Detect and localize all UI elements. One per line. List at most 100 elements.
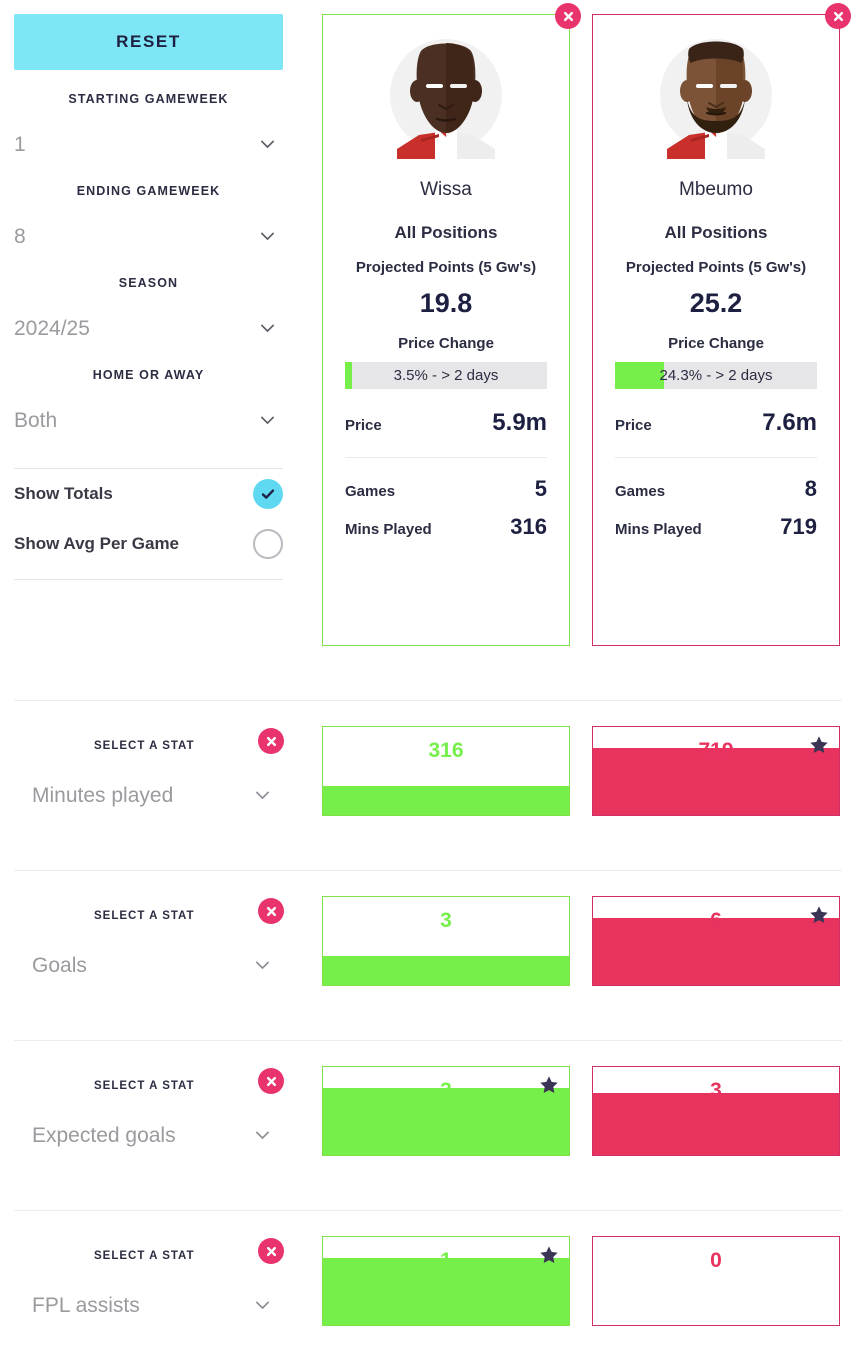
- card-stat-label: Mins Played: [345, 521, 432, 538]
- stat-comparison-row: SELECT A STAT FPL assists 1 0: [0, 1210, 856, 1351]
- card-stat-label: Mins Played: [615, 521, 702, 538]
- player-position: All Positions: [664, 223, 768, 242]
- winner-star-icon: [809, 735, 829, 755]
- bar-value: 3: [440, 909, 452, 932]
- stat-selector-group: SELECT A STAT Minutes played: [14, 700, 310, 870]
- filter-ending-gameweek: ENDING GAMEWEEK 8: [14, 184, 283, 254]
- stat-select-value: Goals: [32, 954, 87, 977]
- bar-value: 316: [428, 739, 464, 762]
- stat-comparison-row: SELECT A STAT Minutes played 316 719: [0, 700, 856, 870]
- home-or-away-select[interactable]: Both: [14, 404, 283, 438]
- bar-value: 0: [710, 1249, 722, 1272]
- stat-selector-group: SELECT A STAT Expected goals: [14, 1040, 310, 1210]
- player-name: Wissa: [420, 179, 472, 200]
- bar-value: 3: [710, 1079, 722, 1102]
- projected-points-value: 25.2: [689, 288, 743, 318]
- stat-bar-player1: 316: [322, 726, 570, 816]
- bar-value: 3: [440, 1079, 452, 1102]
- chevron-down-icon: [255, 958, 270, 973]
- price-label: Price: [615, 417, 652, 434]
- winner-star-icon: [539, 1075, 559, 1095]
- remove-stat-button[interactable]: [258, 1068, 284, 1094]
- stat-select-value: Expected goals: [32, 1124, 176, 1147]
- starting-gameweek-select[interactable]: 1: [14, 128, 283, 162]
- filter-home-or-away: HOME OR AWAY Both: [14, 368, 283, 438]
- stat-bar-player1: 3: [322, 1066, 570, 1156]
- price-value: 5.9m: [492, 409, 547, 436]
- price-label: Price: [345, 417, 382, 434]
- stat-select[interactable]: FPL assists: [32, 1286, 288, 1326]
- player-avatar: [615, 29, 817, 169]
- card-stat-row: Mins Played 719: [615, 514, 817, 540]
- winner-star-icon: [539, 1245, 559, 1265]
- player-cards: Wissa All Positions Projected Points (5 …: [322, 3, 851, 646]
- card-stat-row: Mins Played 316: [345, 514, 547, 540]
- remove-stat-button[interactable]: [258, 728, 284, 754]
- remove-player-button[interactable]: [555, 3, 581, 29]
- bar-value: 1: [440, 1249, 452, 1272]
- stat-select[interactable]: Goals: [32, 946, 288, 986]
- card-divider: [345, 457, 547, 458]
- price-row: Price 5.9m: [345, 409, 547, 437]
- chevron-down-icon: [255, 1128, 270, 1143]
- projected-points-label: Projected Points (5 Gw's): [625, 259, 807, 276]
- player-position: All Positions: [394, 223, 498, 242]
- reset-button[interactable]: RESET: [14, 14, 283, 70]
- price-change-text: 24.3% - > 2 days: [659, 367, 773, 384]
- filter-label: HOME OR AWAY: [92, 368, 205, 382]
- starting-gameweek-value: 1: [14, 133, 26, 156]
- filter-label: STARTING GAMEWEEK: [68, 92, 229, 106]
- player-card: Wissa All Positions Projected Points (5 …: [322, 3, 581, 646]
- toggle-show-avg-per-game[interactable]: Show Avg Per Game: [14, 519, 283, 569]
- toggle-show-totals[interactable]: Show Totals: [14, 469, 283, 519]
- card-stat-label: Games: [345, 483, 396, 500]
- chevron-down-icon: [260, 229, 275, 244]
- card-stat-value: 8: [804, 476, 817, 501]
- stat-comparison-section: SELECT A STAT Minutes played 316 719 SEL…: [0, 700, 856, 1351]
- stat-bar-player2: 719: [592, 726, 840, 816]
- show-avg-per-game-checkbox[interactable]: [253, 529, 283, 559]
- stat-selector-group: SELECT A STAT FPL assists: [14, 1210, 310, 1351]
- winner-star-icon: [809, 905, 829, 925]
- remove-player-button[interactable]: [825, 3, 851, 29]
- chevron-down-icon: [255, 788, 270, 803]
- projected-points-label: Projected Points (5 Gw's): [355, 259, 537, 276]
- stat-bar-player2: 6: [592, 896, 840, 986]
- bar-fill: [323, 785, 569, 815]
- stat-bar-player2: 3: [592, 1066, 840, 1156]
- remove-stat-button[interactable]: [258, 1238, 284, 1264]
- chevron-down-icon: [255, 1298, 270, 1313]
- stat-comparison-row: SELECT A STAT Expected goals 3 3: [0, 1040, 856, 1210]
- bar-fill: [323, 955, 569, 985]
- stat-select-value: FPL assists: [32, 1294, 140, 1317]
- filter-label: SEASON: [118, 276, 179, 290]
- player-avatar: [345, 29, 547, 169]
- toggle-label: Show Totals: [14, 484, 113, 503]
- card-divider: [615, 457, 817, 458]
- card-stat-label: Games: [615, 483, 666, 500]
- price-change-bar: 24.3% - > 2 days: [615, 362, 817, 389]
- remove-stat-button[interactable]: [258, 898, 284, 924]
- card-stat-value: 316: [510, 514, 547, 539]
- card-stat-value: 5: [534, 476, 547, 501]
- home-or-away-value: Both: [14, 409, 58, 432]
- player-card: Mbeumo All Positions Projected Points (5…: [592, 3, 851, 646]
- select-a-stat-label: SELECT A STAT: [94, 1250, 195, 1262]
- ending-gameweek-select[interactable]: 8: [14, 220, 283, 254]
- stat-select[interactable]: Minutes played: [32, 776, 288, 816]
- filter-starting-gameweek: STARTING GAMEWEEK 1: [14, 92, 283, 162]
- bar-value: 719: [698, 739, 734, 762]
- stat-bar-player2: 0: [592, 1236, 840, 1326]
- stat-bar-player1: 1: [322, 1236, 570, 1326]
- price-row: Price 7.6m: [615, 409, 817, 437]
- season-select[interactable]: 2024/25: [14, 312, 283, 346]
- chevron-down-icon: [260, 137, 275, 152]
- price-change-label: Price Change: [668, 335, 764, 352]
- season-value: 2024/25: [14, 317, 90, 340]
- projected-points-value: 19.8: [419, 288, 473, 318]
- stat-comparison-row: SELECT A STAT Goals 3 6: [0, 870, 856, 1040]
- price-change-bar: 3.5% - > 2 days: [345, 362, 547, 389]
- show-totals-checkbox[interactable]: [253, 479, 283, 509]
- stat-select[interactable]: Expected goals: [32, 1116, 288, 1156]
- ending-gameweek-value: 8: [14, 225, 26, 248]
